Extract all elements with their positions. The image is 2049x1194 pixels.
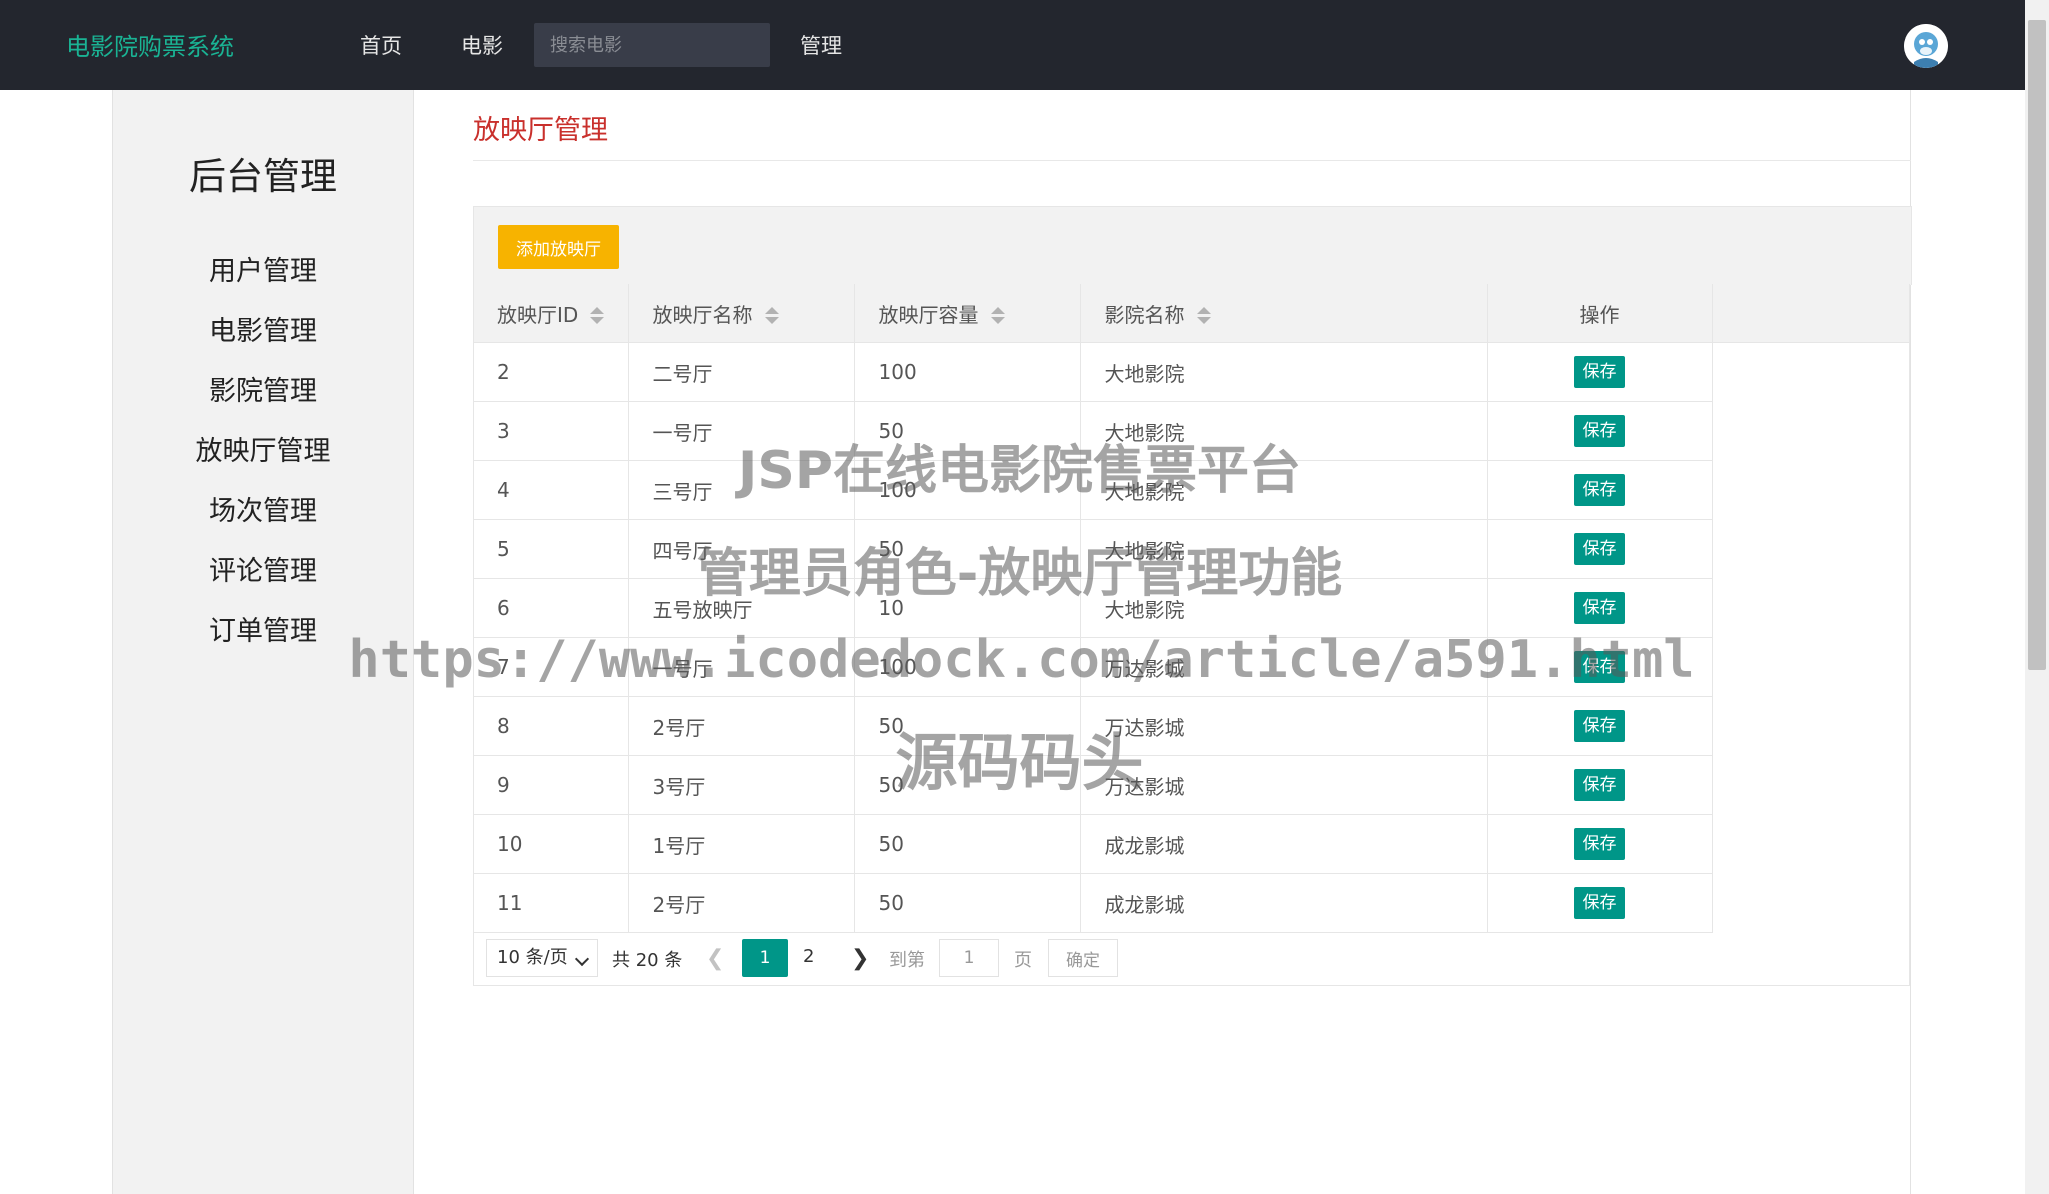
watermark-url: https://www.icodedock.com/article/a591.h… (348, 630, 1695, 690)
goto-confirm-button[interactable]: 确定 (1048, 939, 1118, 977)
nav-home[interactable]: 首页 (360, 30, 402, 60)
cell-actions: 保存 (1487, 342, 1713, 402)
pagination: 10 条/页 共 20 条 ❮ 1 2 ❯ 到第 页 确定 (473, 928, 1910, 988)
nav-admin[interactable]: 管理 (800, 30, 842, 60)
cell-hall-name: 2号厅 (628, 873, 855, 933)
prev-page-icon[interactable]: ❮ (706, 946, 724, 971)
cell-cinema: 成龙影城 (1080, 814, 1488, 874)
sidebar-item-movies[interactable]: 电影管理 (113, 302, 413, 362)
goto-label: 到第 (889, 950, 925, 971)
top-navbar: 电影院购票系统 首页 电影 管理 (0, 0, 2025, 90)
chevron-down-icon (574, 951, 590, 967)
user-avatar[interactable] (1904, 24, 1948, 68)
cell-hall-id: 10 (473, 814, 629, 874)
col-hall-id-label: 放映厅ID (497, 302, 579, 327)
save-button[interactable]: 保存 (1574, 356, 1625, 388)
sort-icon[interactable] (764, 306, 779, 326)
table-header-row: 放映厅ID 放映厅名称 放映厅容量 影院名称 操作 (473, 284, 1713, 343)
page-size-value: 10 条/页 (497, 947, 568, 968)
cell-hall-id: 11 (473, 873, 629, 933)
col-hall-name[interactable]: 放映厅名称 (628, 284, 855, 343)
col-capacity[interactable]: 放映厅容量 (854, 284, 1081, 343)
page-size-select[interactable]: 10 条/页 (486, 939, 598, 977)
col-hall-name-label: 放映厅名称 (652, 302, 753, 327)
sidebar-item-cinemas[interactable]: 影院管理 (113, 362, 413, 422)
page-1-button[interactable]: 1 (742, 939, 788, 977)
table-toolbar: 添加放映厅 (473, 206, 1912, 285)
nav-movies[interactable]: 电影 (461, 30, 503, 60)
col-hall-id[interactable]: 放映厅ID (473, 284, 629, 343)
page-title: 放映厅管理 (473, 115, 608, 146)
cell-cinema: 成龙影城 (1080, 873, 1488, 933)
save-button[interactable]: 保存 (1574, 828, 1625, 860)
avatar-icon (1904, 24, 1948, 68)
sort-icon[interactable] (590, 306, 605, 326)
brand-logo[interactable]: 电影院购票系统 (66, 27, 234, 62)
page-2-button[interactable]: 2 (803, 946, 814, 967)
cell-capacity: 50 (854, 814, 1081, 874)
col-cinema-name[interactable]: 影院名称 (1080, 284, 1488, 343)
cell-hall-name: 二号厅 (628, 342, 855, 402)
next-page-icon[interactable]: ❯ (851, 946, 869, 971)
watermark-title: JSP在线电影院售票平台 (738, 441, 1301, 501)
save-button[interactable]: 保存 (1574, 887, 1625, 919)
table-row: 11 2号厅 50 成龙影城 保存 (473, 873, 1713, 933)
title-divider (473, 160, 1911, 161)
cell-hall-id: 2 (473, 342, 629, 402)
total-count: 共 20 条 (612, 950, 683, 971)
goto-page-input[interactable] (939, 939, 999, 977)
cell-capacity: 50 (854, 873, 1081, 933)
search-input[interactable] (534, 23, 770, 67)
cell-actions: 保存 (1487, 814, 1713, 874)
cell-capacity: 100 (854, 342, 1081, 402)
watermark-brand: 源码码头 (895, 726, 1144, 799)
col-capacity-label: 放映厅容量 (878, 302, 979, 327)
cell-cinema: 大地影院 (1080, 342, 1488, 402)
sidebar-item-users[interactable]: 用户管理 (113, 242, 413, 302)
cell-hall-name: 1号厅 (628, 814, 855, 874)
sidebar-title: 后台管理 (189, 155, 337, 198)
sort-icon[interactable] (1196, 306, 1211, 326)
add-hall-button[interactable]: 添加放映厅 (498, 225, 619, 269)
col-cinema-name-label: 影院名称 (1104, 302, 1185, 327)
table-row: 2 二号厅 100 大地影院 保存 (473, 342, 1713, 402)
table-row: 10 1号厅 50 成龙影城 保存 (473, 814, 1713, 874)
col-actions: 操作 (1487, 284, 1713, 343)
sort-icon[interactable] (990, 306, 1005, 326)
page-suffix: 页 (1014, 950, 1032, 971)
hall-table: 放映厅ID 放映厅名称 放映厅容量 影院名称 操作 2 二号厅 100 大地影院… (473, 284, 1713, 933)
cell-actions: 保存 (1487, 873, 1713, 933)
watermark-subtitle: 管理员角色-放映厅管理功能 (696, 544, 1343, 604)
